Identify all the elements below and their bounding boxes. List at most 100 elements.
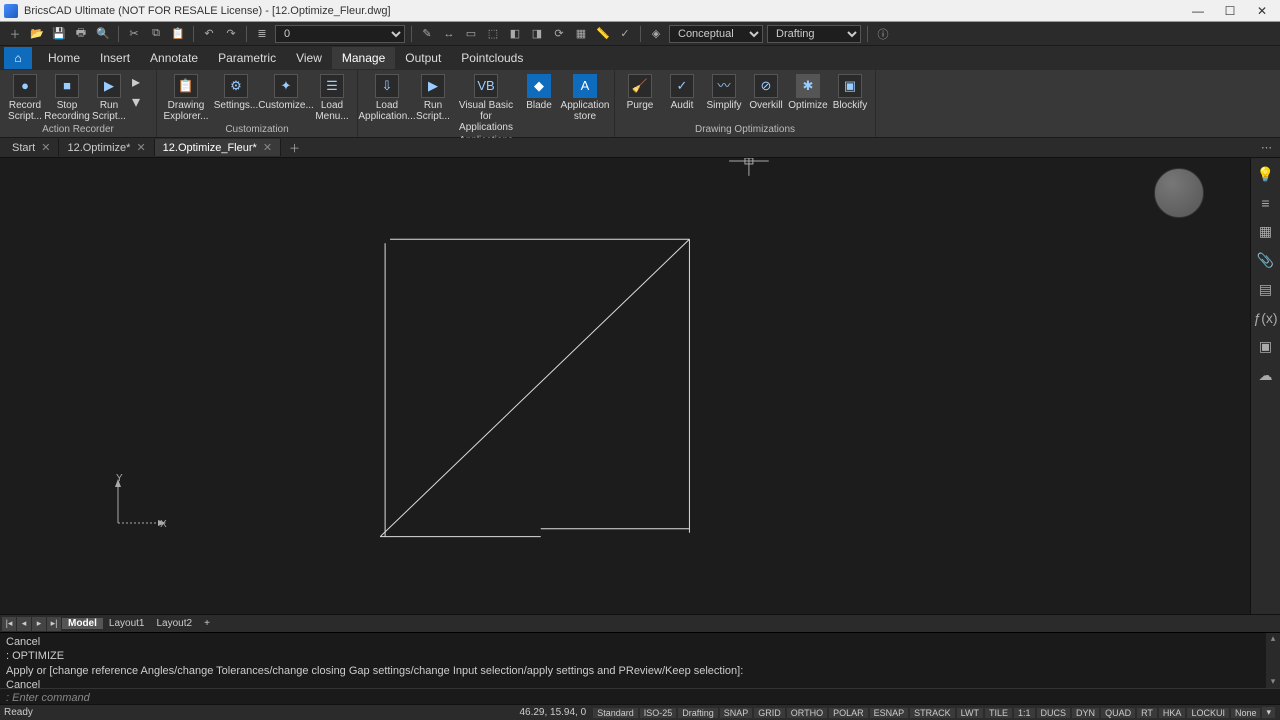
tab-output[interactable]: Output (395, 47, 451, 69)
cloud-icon[interactable]: ☁ (1259, 367, 1273, 384)
overkill-button[interactable]: ⊘Overkill (747, 72, 785, 111)
tab-pointclouds[interactable]: Pointclouds (451, 47, 533, 69)
purge-button[interactable]: 🧹Purge (621, 72, 659, 111)
layout-next-button[interactable]: ▸ (32, 617, 46, 631)
layer-icon[interactable]: ≣ (253, 25, 271, 43)
minimize-button[interactable]: — (1184, 2, 1212, 20)
toggle-ortho[interactable]: ORTHO (787, 708, 827, 718)
toggle-ducs[interactable]: DUCS (1037, 708, 1071, 718)
toggle-esnap[interactable]: ESNAP (870, 708, 909, 718)
optimize-button[interactable]: ✱Optimize (789, 72, 827, 111)
tab-view[interactable]: View (286, 47, 332, 69)
redo-icon[interactable]: ↷ (222, 25, 240, 43)
record-script-button[interactable]: ●Record Script... (6, 72, 44, 122)
layout-last-button[interactable]: ▸| (47, 617, 61, 631)
layers-icon[interactable]: ▦ (1259, 223, 1272, 240)
toggle-dyn[interactable]: DYN (1072, 708, 1099, 718)
regen-icon[interactable]: ⟳ (550, 25, 568, 43)
rec-small-2[interactable]: ▾ (132, 92, 150, 110)
close-icon[interactable]: ✕ (41, 141, 50, 154)
rec-small-1[interactable]: ▸ (132, 72, 150, 90)
blockify-button[interactable]: ▣Blockify (831, 72, 869, 111)
doc-tab-2[interactable]: 12.Optimize_Fleur*✕ (155, 139, 281, 156)
vba-button[interactable]: VBVisual Basic for Applications (456, 72, 516, 133)
simplify-button[interactable]: 〰Simplify (705, 72, 743, 111)
view-cube[interactable] (1154, 168, 1204, 218)
toggle-strack[interactable]: STRACK (910, 708, 955, 718)
status-menu[interactable]: ▾ (1262, 707, 1275, 718)
toggle-scale[interactable]: 1:1 (1014, 708, 1035, 718)
check-icon[interactable]: ✓ (616, 25, 634, 43)
appstore-button[interactable]: AApplication store (562, 72, 608, 122)
drawing-canvas[interactable]: YX (0, 158, 1250, 614)
select-icon[interactable]: ⬚ (484, 25, 502, 43)
audit-button[interactable]: ✓Audit (663, 72, 701, 111)
layer-combo[interactable]: 0 (275, 25, 405, 43)
run-script-button[interactable]: ▶Run Script... (90, 72, 128, 122)
viewcube-icon[interactable]: ◈ (647, 25, 665, 43)
tab-overflow-button[interactable]: ⋯ (1253, 141, 1280, 154)
cut-icon[interactable]: ✂ (125, 25, 143, 43)
toggle-lwt[interactable]: LWT (957, 708, 983, 718)
hide-icon[interactable]: ◨ (528, 25, 546, 43)
tips-icon[interactable]: 💡 (1257, 166, 1274, 183)
sheet-icon[interactable]: ▤ (1259, 281, 1272, 298)
tab-insert[interactable]: Insert (90, 47, 140, 69)
layout-add-button[interactable]: + (198, 618, 216, 629)
toggle-grid[interactable]: GRID (754, 708, 785, 718)
doc-tab-1[interactable]: 12.Optimize*✕ (59, 139, 154, 156)
toggle-snap[interactable]: SNAP (720, 708, 753, 718)
save-icon[interactable]: 💾 (50, 25, 68, 43)
layout-tab-model[interactable]: Model (62, 618, 103, 629)
settings-button[interactable]: ⚙Settings... (213, 72, 259, 111)
drawing-explorer-button[interactable]: 📋Drawing Explorer... (163, 72, 209, 122)
panel1-icon[interactable]: ≡ (1261, 195, 1269, 211)
doc-tab-start[interactable]: Start✕ (4, 139, 59, 156)
close-icon[interactable]: ✕ (136, 141, 145, 154)
tab-manage[interactable]: Manage (332, 47, 395, 69)
close-button[interactable]: ✕ (1248, 2, 1276, 20)
load-application-button[interactable]: ⇩Load Application... (364, 72, 410, 122)
print-icon[interactable]: 🖶 (72, 25, 90, 43)
help-icon[interactable]: ⓘ (874, 25, 892, 43)
toggle-none[interactable]: None (1231, 708, 1261, 718)
ruler-icon[interactable]: 📏 (594, 25, 612, 43)
layout-tab-1[interactable]: Layout1 (103, 618, 151, 629)
history-scrollbar[interactable]: ▴▾ (1266, 633, 1280, 688)
paste-icon[interactable]: 📋 (169, 25, 187, 43)
new-icon[interactable]: ＋ (6, 25, 24, 43)
status-workspace[interactable]: Drafting (678, 708, 718, 718)
toggle-polar[interactable]: POLAR (829, 708, 868, 718)
layout-tab-2[interactable]: Layout2 (150, 618, 198, 629)
toggle-rt[interactable]: RT (1137, 708, 1157, 718)
visual-style-combo[interactable]: Conceptual (669, 25, 763, 43)
struct-icon[interactable]: ▣ (1259, 338, 1272, 355)
customize-button[interactable]: ✦Customize... (263, 72, 309, 111)
toggle-lockui[interactable]: LOCKUI (1187, 708, 1229, 718)
load-menu-button[interactable]: ☰Load Menu... (313, 72, 351, 122)
fx-icon[interactable]: ƒ(x) (1253, 310, 1277, 326)
close-icon[interactable]: ✕ (263, 141, 272, 154)
maximize-button[interactable]: ☐ (1216, 2, 1244, 20)
run-script2-button[interactable]: ▶Run Script... (414, 72, 452, 122)
toggle-quad[interactable]: QUAD (1101, 708, 1135, 718)
match-icon[interactable]: ✎ (418, 25, 436, 43)
open-icon[interactable]: 📂 (28, 25, 46, 43)
app-menu-button[interactable]: ⌂ (4, 47, 32, 69)
dist-icon[interactable]: ↔ (440, 25, 458, 43)
preview-icon[interactable]: 🔍 (94, 25, 112, 43)
undo-icon[interactable]: ↶ (200, 25, 218, 43)
area-icon[interactable]: ▭ (462, 25, 480, 43)
isolate-icon[interactable]: ◧ (506, 25, 524, 43)
blade-button[interactable]: ◆Blade (520, 72, 558, 111)
status-iso[interactable]: ISO-25 (640, 708, 677, 718)
status-standard[interactable]: Standard (593, 708, 638, 718)
tab-home[interactable]: Home (38, 47, 90, 69)
attach-icon[interactable]: 📎 (1257, 252, 1274, 269)
toggle-tile[interactable]: TILE (985, 708, 1012, 718)
stop-recording-button[interactable]: ■Stop Recording (48, 72, 86, 122)
command-history[interactable]: Cancel : OPTIMIZE Apply or [change refer… (0, 632, 1280, 688)
tab-annotate[interactable]: Annotate (140, 47, 208, 69)
layout-prev-button[interactable]: ◂ (17, 617, 31, 631)
tab-parametric[interactable]: Parametric (208, 47, 286, 69)
